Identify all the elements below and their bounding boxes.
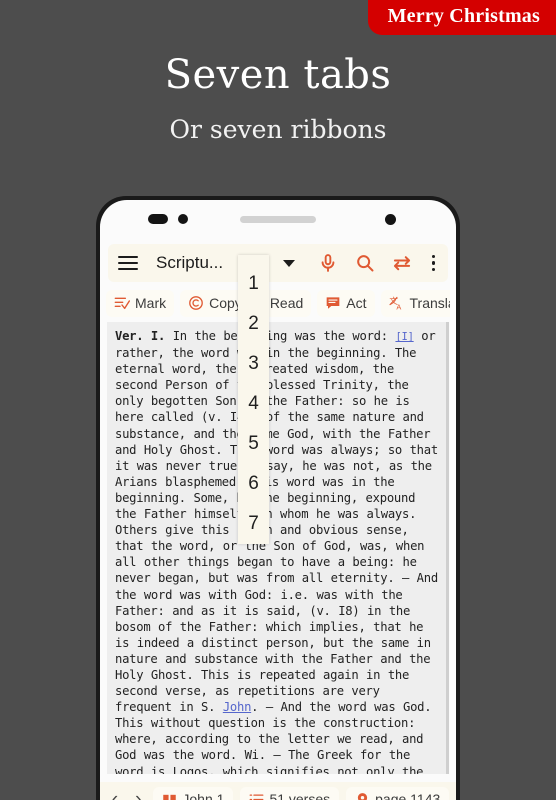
merry-christmas-banner: Merry Christmas — [367, 0, 556, 35]
phone-mockup: Scriptu... Mark Copy Read Act 文 A Transl… — [96, 196, 460, 800]
open-book-icon — [163, 794, 177, 800]
tab-number-7[interactable]: 7 — [248, 504, 259, 544]
next-chapter-button[interactable]: › — [130, 790, 146, 800]
previous-chapter-button[interactable]: ‹ — [107, 790, 123, 800]
tab-number-strip[interactable]: 1 2 3 4 5 6 7 — [238, 255, 269, 544]
page-subtitle: Or seven ribbons — [169, 115, 387, 144]
toolbar-actions — [318, 253, 439, 273]
app-title[interactable]: Scriptu... — [156, 253, 223, 273]
front-camera-icon — [385, 214, 396, 225]
list-check-icon — [114, 297, 130, 310]
ribbon-button-mark[interactable]: Mark — [106, 289, 175, 317]
light-sensor-icon — [178, 214, 188, 224]
microphone-icon[interactable] — [318, 253, 338, 273]
hamburger-icon[interactable] — [118, 256, 138, 270]
phone-sensor-row — [100, 200, 456, 242]
ribbon-label-read: Read — [269, 295, 304, 311]
page-title: Seven tabs — [164, 52, 392, 98]
location-pin-icon — [358, 792, 368, 800]
chevron-down-icon[interactable] — [283, 259, 296, 267]
verse-count-label: 51 verses — [269, 791, 331, 800]
tab-number-3[interactable]: 3 — [248, 344, 259, 384]
verse-text: Ver. I. In the beginning was the word: [… — [115, 328, 441, 774]
proximity-sensor-icon — [148, 214, 168, 224]
book-chapter-label: John 1 — [182, 791, 225, 800]
copyright-circle-icon — [189, 296, 203, 310]
scripture-reference-link[interactable]: John — [223, 700, 252, 714]
verse-body-1: In the beginning was the word: — [165, 329, 396, 343]
page-number-label: page 1143 — [375, 791, 441, 800]
ribbon-label-translate: Translate — [409, 295, 450, 311]
reader-pane[interactable]: Ver. I. In the beginning was the word: [… — [107, 322, 449, 774]
ribbon-button-translate[interactable]: 文 A Translate — [380, 289, 450, 317]
phone-screen: Scriptu... Mark Copy Read Act 文 A Transl… — [100, 200, 456, 800]
overflow-menu-icon[interactable] — [429, 254, 439, 272]
swap-arrows-icon[interactable] — [392, 253, 412, 273]
book-chapter-button[interactable]: John 1 — [153, 786, 234, 800]
app-toolbar: Scriptu... — [108, 244, 448, 282]
verse-number: Ver. I. — [115, 329, 166, 343]
list-icon — [250, 793, 264, 800]
speech-bubble-icon — [326, 297, 340, 309]
scrollbar[interactable] — [446, 322, 449, 774]
tab-number-4[interactable]: 4 — [248, 384, 259, 424]
ribbon-toolbar: Mark Copy Read Act 文 A Transl — [106, 288, 450, 318]
earpiece-speaker — [240, 216, 316, 223]
bottom-navigation-bar: ‹ › John 1 51 verses page 1143 — [100, 782, 456, 800]
ribbon-label-copy: Copy — [209, 295, 242, 311]
page-number-button[interactable]: page 1143 — [346, 786, 450, 800]
translate-icon: 文 A — [389, 295, 401, 311]
tab-number-2[interactable]: 2 — [248, 304, 259, 344]
verse-body-2: or rather, the word was in the beginning… — [115, 329, 438, 715]
ribbon-label-mark: Mark — [135, 295, 167, 311]
verse-count-button[interactable]: 51 verses — [240, 786, 340, 800]
footnote-link[interactable]: [I] — [395, 331, 413, 343]
page-root: Merry Christmas Seven tabs Or seven ribb… — [0, 0, 556, 800]
svg-text:A: A — [396, 303, 401, 311]
ribbon-button-act[interactable]: Act — [317, 289, 375, 317]
tab-number-1[interactable]: 1 — [248, 264, 259, 304]
search-icon[interactable] — [355, 253, 375, 273]
tab-number-5[interactable]: 5 — [248, 424, 259, 464]
tab-number-6[interactable]: 6 — [248, 464, 259, 504]
ribbon-label-act: Act — [346, 295, 367, 311]
